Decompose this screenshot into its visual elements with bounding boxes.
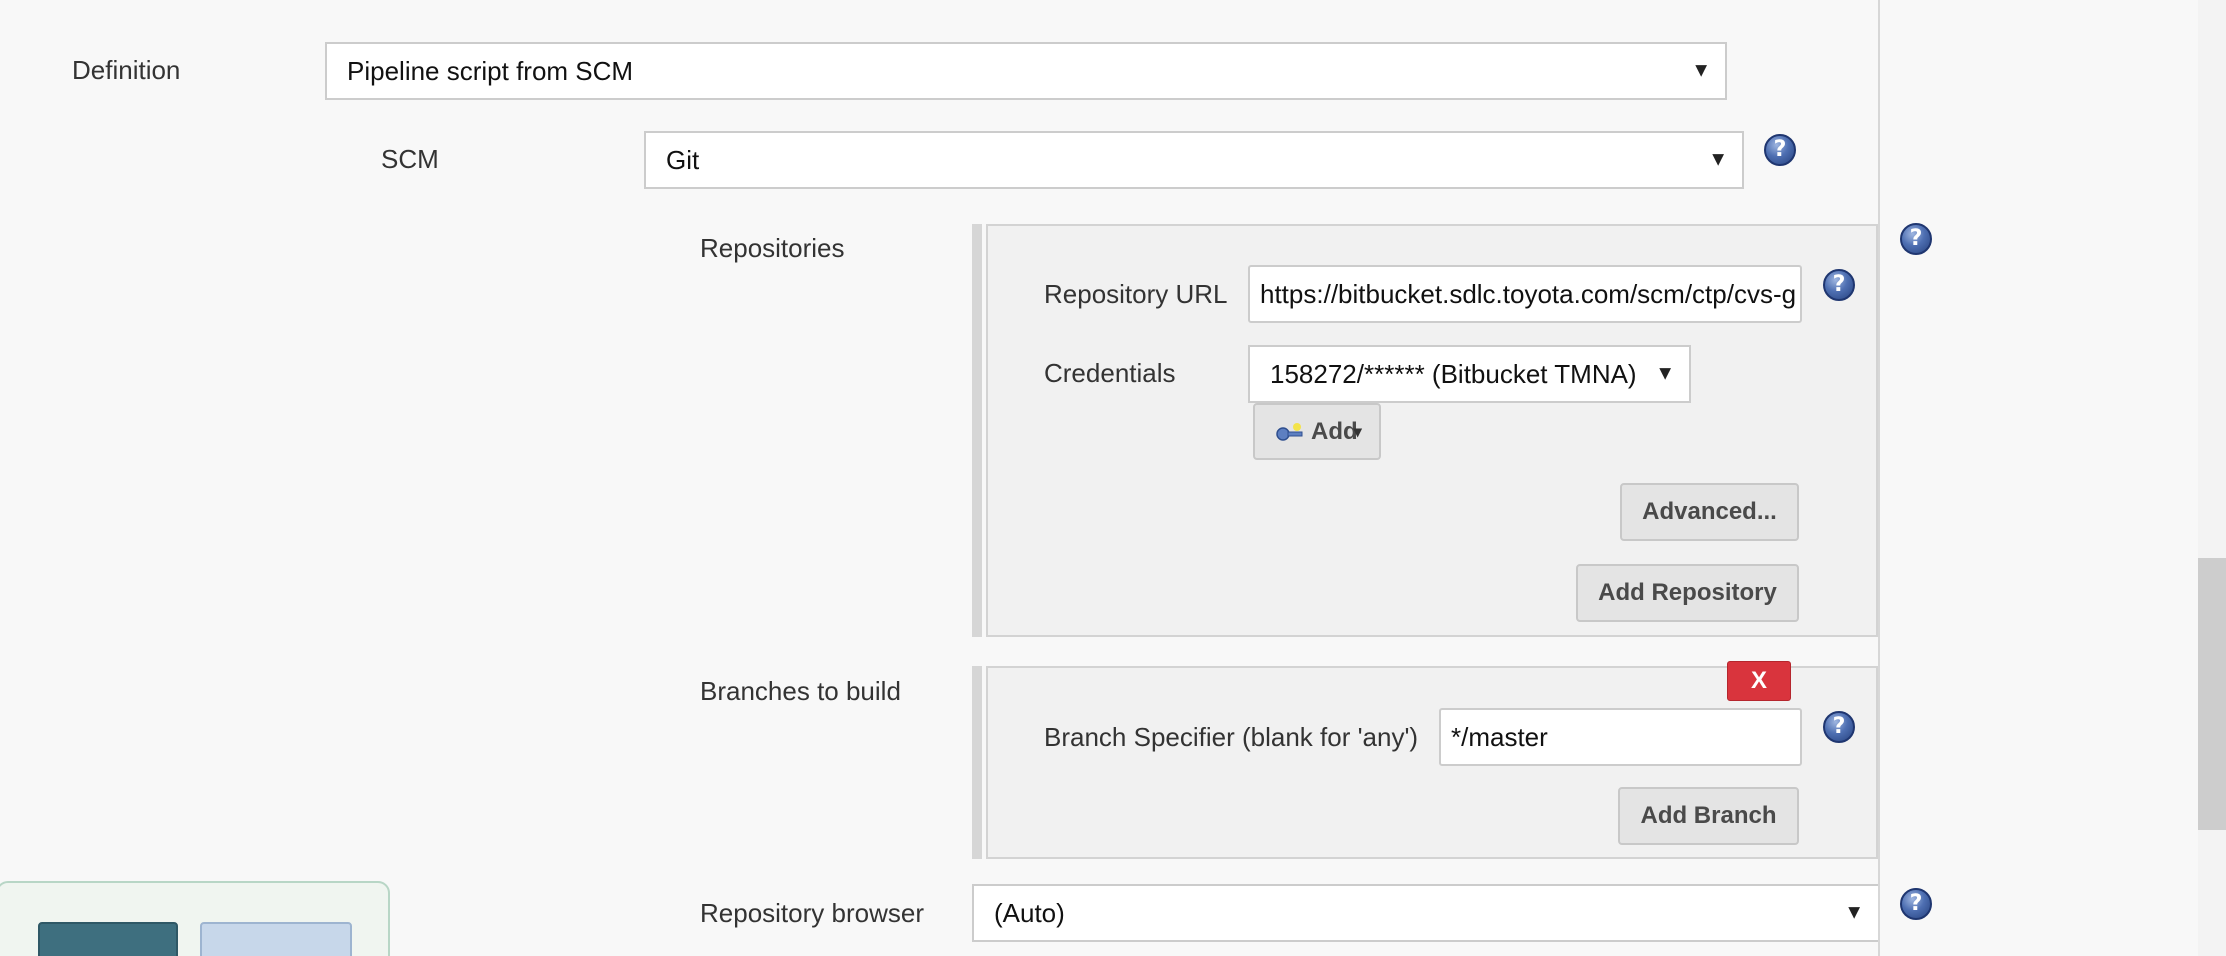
repositories-panel-bar	[972, 224, 982, 637]
pipeline-config-page: Definition Pipeline script from SCM ▼ SC…	[0, 0, 2226, 956]
repository-browser-select[interactable]: (Auto) ▼	[972, 884, 1880, 942]
dropdown-caret-icon: ▼	[1708, 148, 1728, 171]
add-repository-button[interactable]: Add Repository	[1576, 564, 1799, 622]
delete-branch-button[interactable]: X	[1727, 661, 1791, 701]
add-branch-button[interactable]: Add Branch	[1618, 787, 1799, 845]
definition-selected-value: Pipeline script from SCM	[347, 55, 634, 86]
scm-select[interactable]: Git ▼	[644, 131, 1744, 189]
branch-specifier-label: Branch Specifier (blank for 'any')	[1044, 722, 1419, 752]
branches-label: Branches to build	[700, 676, 901, 706]
branch-specifier-value: */master	[1451, 721, 1548, 752]
repository-browser-selected-value: (Auto)	[994, 897, 1065, 928]
add-credentials-button[interactable]: Add ▾	[1253, 403, 1381, 460]
repository-url-label: Repository URL	[1044, 279, 1228, 309]
repositories-label: Repositories	[700, 233, 845, 263]
key-icon	[1276, 422, 1303, 441]
credentials-selected-value: 158272/****** (Bitbucket TMNA)	[1270, 358, 1637, 389]
dropdown-caret-icon: ▼	[1844, 901, 1864, 924]
help-icon[interactable]: ?	[1823, 711, 1855, 743]
add-repository-label: Add Repository	[1598, 579, 1777, 606]
help-icon[interactable]: ?	[1900, 223, 1932, 255]
delete-branch-label: X	[1750, 667, 1767, 694]
help-icon[interactable]: ?	[1900, 888, 1932, 920]
branch-specifier-input[interactable]: */master	[1439, 708, 1802, 766]
scm-label: SCM	[381, 144, 439, 174]
credentials-select[interactable]: 158272/****** (Bitbucket TMNA) ▼	[1248, 345, 1691, 403]
add-branch-label: Add Branch	[1640, 802, 1777, 829]
dropdown-caret-icon: ▾	[1353, 423, 1362, 441]
help-icon[interactable]: ?	[1823, 269, 1855, 301]
dropdown-caret-icon: ▼	[1655, 362, 1675, 385]
definition-select[interactable]: Pipeline script from SCM ▼	[325, 42, 1727, 100]
repository-url-value: https://bitbucket.sdlc.toyota.com/scm/ct…	[1260, 278, 1797, 309]
save-button[interactable]	[38, 922, 178, 956]
scm-selected-value: Git	[666, 144, 700, 175]
advanced-label: Advanced...	[1642, 498, 1777, 525]
credentials-label: Credentials	[1044, 358, 1176, 388]
apply-button[interactable]	[200, 922, 352, 956]
content-divider	[1878, 0, 1880, 956]
dropdown-caret-icon: ▼	[1691, 59, 1711, 82]
advanced-button[interactable]: Advanced...	[1620, 483, 1799, 541]
add-credentials-label: Add	[1311, 417, 1358, 445]
definition-label: Definition	[72, 55, 181, 85]
repository-url-input[interactable]: https://bitbucket.sdlc.toyota.com/scm/ct…	[1248, 265, 1802, 323]
scrollbar-thumb[interactable]	[2198, 558, 2226, 830]
repository-browser-label: Repository browser	[700, 898, 924, 928]
help-icon[interactable]: ?	[1764, 134, 1796, 166]
branches-panel-bar	[972, 666, 982, 859]
